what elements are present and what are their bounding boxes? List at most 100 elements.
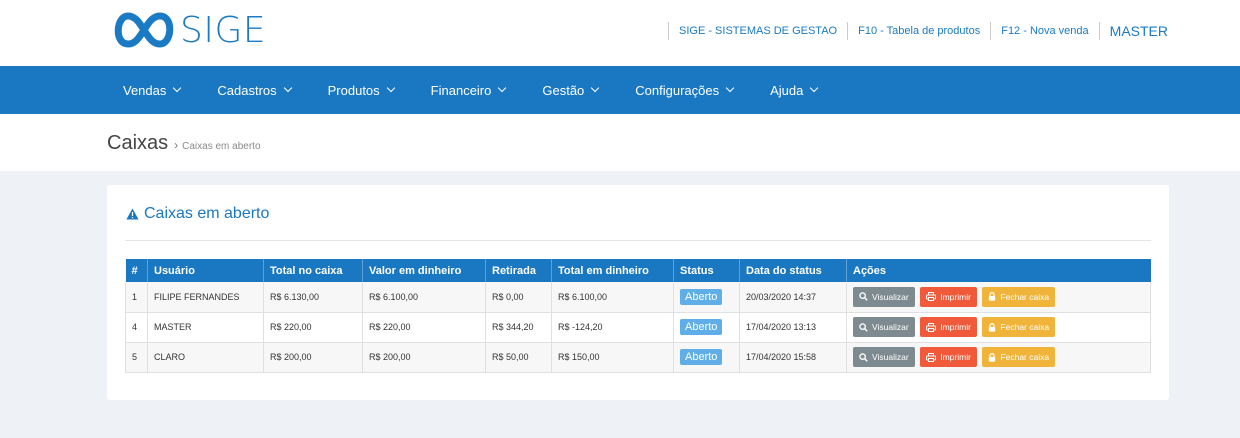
- search-icon: [859, 292, 868, 302]
- cashiers-table: # Usuário Total no caixa Valor em dinhei…: [125, 259, 1151, 373]
- view-button[interactable]: Visualizar: [853, 286, 915, 307]
- nav-item-label: Ajuda: [770, 82, 804, 98]
- top-header: SIGE SIGE - SISTEMAS DE GESTAO F10 - Tab…: [0, 0, 1240, 66]
- nav-item-vendas[interactable]: Vendas: [123, 83, 182, 98]
- link-new-sale[interactable]: F12 - Nova venda: [1001, 25, 1088, 37]
- table-row: 5 CLARO R$ 200,00 R$ 200,00 R$ 50,00 R$ …: [125, 342, 1151, 373]
- printer-icon: [926, 292, 937, 302]
- status-badge[interactable]: Aberto: [680, 319, 723, 335]
- printer-icon: [926, 352, 937, 362]
- status-badge[interactable]: Aberto: [680, 349, 723, 365]
- column-header[interactable]: Status: [673, 259, 740, 282]
- cell-retirada: R$ 344,20: [485, 312, 552, 343]
- column-header[interactable]: Total no caixa: [263, 259, 363, 282]
- chevron-down-icon: [173, 83, 182, 93]
- lock-icon: [989, 322, 996, 332]
- content-area: Caixas em aberto # Usuário Total no caix…: [0, 171, 1240, 438]
- nav-item-gestao[interactable]: Gestão: [542, 82, 600, 98]
- nav-item-label: Produtos: [327, 82, 380, 98]
- nav-item-label: Configurações: [635, 82, 720, 98]
- cell-actions: Visualizar Imprimir Fechar caixa: [846, 282, 1151, 313]
- divider: [1098, 22, 1100, 40]
- print-button[interactable]: Imprimir: [920, 286, 977, 307]
- open-cashiers-panel: Caixas em aberto # Usuário Total no caix…: [107, 185, 1169, 400]
- table-header-row: # Usuário Total no caixa Valor em dinhei…: [125, 259, 1151, 282]
- close-cashier-button[interactable]: Fechar caixa: [982, 286, 1056, 307]
- cell-id: 4: [125, 312, 148, 343]
- cell-user: FILIPE FERNANDES: [147, 282, 264, 313]
- close-cashier-button[interactable]: Fechar caixa: [982, 347, 1056, 367]
- chevron-down-icon: [810, 83, 819, 93]
- cell-total-caixa: R$ 200,00: [263, 342, 363, 373]
- divider: [668, 22, 669, 40]
- cell-valor-dinheiro: R$ 220,00: [362, 312, 486, 343]
- nav-item-produtos[interactable]: Produtos: [327, 82, 395, 98]
- nav-item-configuracoes[interactable]: Configurações: [635, 82, 735, 98]
- cell-total-caixa: R$ 220,00: [263, 312, 363, 343]
- divider: [990, 22, 992, 40]
- page-title[interactable]: Caixas: [107, 132, 168, 155]
- cell-status: Aberto: [673, 282, 740, 313]
- panel-title-text: Caixas em aberto: [144, 205, 270, 222]
- column-header[interactable]: Retirada: [485, 259, 552, 282]
- print-button-label: Imprimir: [940, 322, 971, 332]
- status-badge[interactable]: Aberto: [680, 288, 723, 305]
- column-header[interactable]: Total em dinheiro: [551, 259, 674, 282]
- divider: [847, 22, 849, 40]
- main-nav: Vendas Cadastros Produtos Financeiro Ges…: [0, 66, 1240, 114]
- infinity-logo-icon: [114, 12, 174, 48]
- print-button[interactable]: Imprimir: [920, 317, 977, 337]
- view-button[interactable]: Visualizar: [853, 347, 915, 367]
- cell-retirada: R$ 50,00: [485, 342, 552, 373]
- view-button-label: Visualizar: [872, 352, 909, 362]
- column-header: Ações: [846, 259, 1151, 282]
- search-icon: [859, 322, 868, 332]
- lock-icon: [989, 292, 996, 301]
- search-icon: [859, 352, 868, 362]
- warning-icon: [126, 208, 139, 220]
- cell-total-dinheiro: R$ 6.100,00: [551, 282, 674, 313]
- cell-valor-dinheiro: R$ 6.100,00: [362, 282, 486, 313]
- cell-retirada: R$ 0,00: [485, 282, 552, 313]
- link-product-table[interactable]: F10 - Tabela de produtos: [858, 25, 980, 37]
- column-header[interactable]: Usuário: [147, 259, 264, 282]
- cell-total-caixa: R$ 6.130,00: [263, 282, 363, 313]
- print-button-label: Imprimir: [940, 291, 971, 302]
- chevron-down-icon: [386, 83, 395, 93]
- nav-item-label: Gestão: [542, 82, 585, 98]
- print-button[interactable]: Imprimir: [920, 347, 977, 367]
- view-button-label: Visualizar: [872, 291, 909, 302]
- lock-icon: [989, 352, 996, 362]
- nav-item-ajuda[interactable]: Ajuda: [770, 82, 819, 98]
- nav-item-financeiro[interactable]: Financeiro: [430, 82, 507, 98]
- nav-item-label: Cadastros: [217, 82, 277, 98]
- close-cashier-button-label: Fechar caixa: [1000, 291, 1050, 302]
- link-company[interactable]: SIGE - SISTEMAS DE GESTAO: [679, 25, 837, 37]
- nav-item-cadastros[interactable]: Cadastros: [217, 82, 292, 98]
- chevron-down-icon: [725, 83, 735, 93]
- breadcrumb-current: Caixas em aberto: [182, 141, 261, 152]
- close-cashier-button[interactable]: Fechar caixa: [982, 317, 1056, 337]
- cell-total-dinheiro: R$ -124,20: [551, 312, 674, 343]
- cell-user: MASTER: [147, 312, 264, 343]
- top-links: SIGE - SISTEMAS DE GESTAO F10 - Tabela d…: [658, 22, 1168, 40]
- cell-data-status: 17/04/2020 15:58: [739, 342, 847, 373]
- close-cashier-button-label: Fechar caixa: [1000, 322, 1050, 332]
- column-header[interactable]: Data do status: [739, 259, 847, 282]
- chevron-down-icon: [498, 83, 507, 93]
- user-menu[interactable]: MASTER: [1110, 23, 1168, 39]
- nav-item-label: Financeiro: [430, 82, 492, 98]
- table-row: 4 MASTER R$ 220,00 R$ 220,00 R$ 344,20 R…: [125, 312, 1151, 343]
- cell-valor-dinheiro: R$ 200,00: [362, 342, 486, 373]
- panel-title: Caixas em aberto: [126, 205, 269, 223]
- cell-status: Aberto: [673, 312, 740, 343]
- view-button[interactable]: Visualizar: [853, 317, 915, 337]
- breadcrumb-separator: ›: [174, 138, 179, 152]
- breadcrumb: Caixas › Caixas em aberto: [107, 132, 261, 155]
- column-header[interactable]: #: [125, 259, 148, 282]
- logo-text: SIGE: [180, 9, 267, 51]
- logo[interactable]: SIGE: [112, 8, 266, 52]
- column-header[interactable]: Valor em dinheiro: [362, 259, 486, 282]
- cell-data-status: 20/03/2020 14:37: [739, 282, 847, 313]
- printer-icon: [926, 322, 937, 332]
